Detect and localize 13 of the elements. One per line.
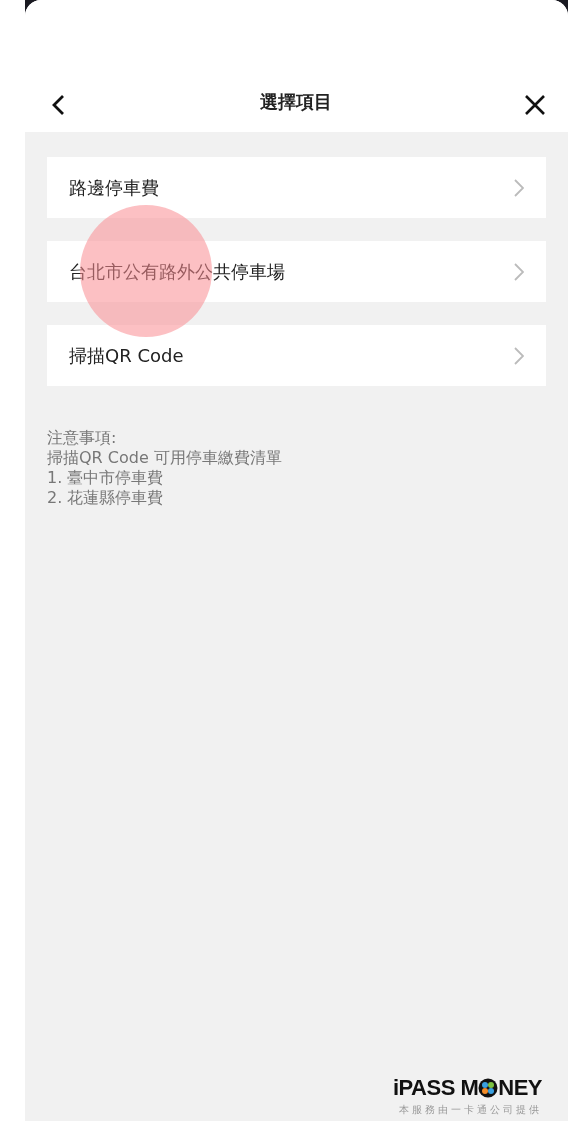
- note-text: 1. 臺中市停車費: [47, 468, 165, 488]
- menu-item[interactable]: 路邊停車費: [47, 157, 546, 218]
- back-icon: [51, 94, 67, 116]
- chevron-right-icon: [514, 346, 524, 365]
- ipass-money-logo: iPASS M NEY: [392, 1075, 542, 1101]
- menu-item[interactable]: 掃描QR Code: [47, 325, 546, 386]
- note-text: 2. 花蓮縣停車費: [47, 488, 165, 508]
- page-title: 選擇項目: [259, 90, 332, 114]
- chevron-right-icon: [514, 262, 524, 281]
- note-text: 注意事項:: [47, 428, 118, 448]
- close-icon: [524, 94, 546, 116]
- chevron-right-icon: [514, 178, 524, 197]
- note-text: 掃描QR Code 可用停車繳費清單: [47, 448, 283, 468]
